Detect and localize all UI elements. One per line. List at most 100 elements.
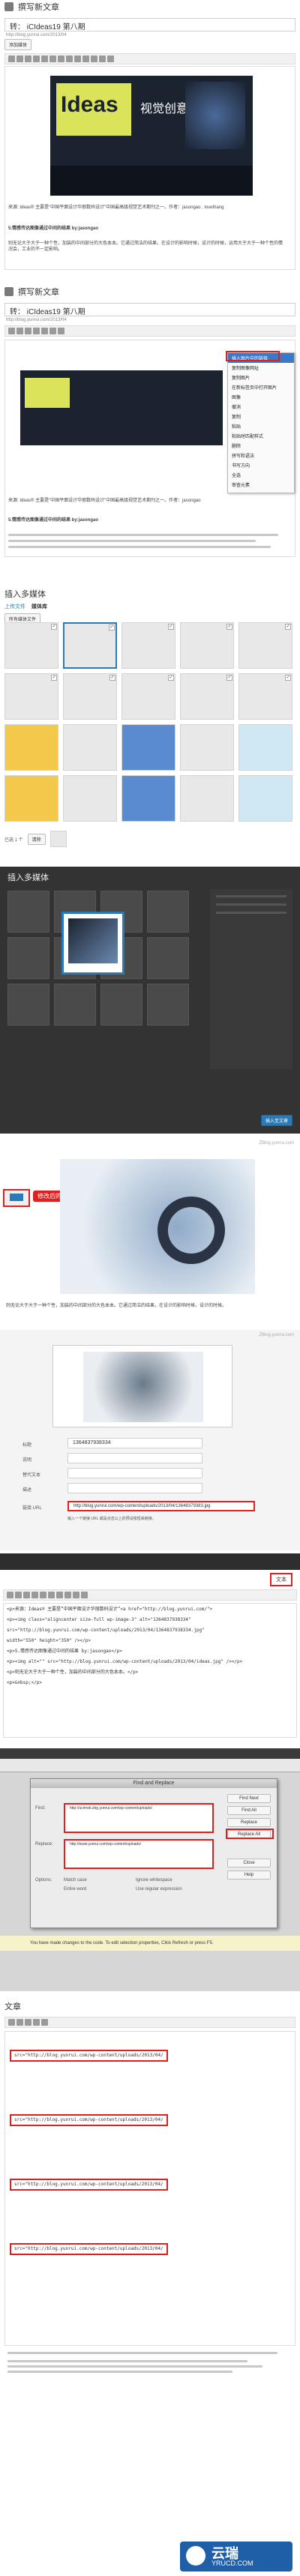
dialog-button[interactable]: Find Next	[227, 1794, 271, 1803]
number-list-icon[interactable]	[41, 328, 48, 334]
link-url-input[interactable]: http://blog.yunrui.com/wp-content/upload…	[68, 1501, 255, 1511]
check-icon[interactable]: ✓	[285, 675, 291, 681]
italic-icon[interactable]	[16, 55, 23, 62]
media-thumbnail[interactable]: ✓	[4, 622, 58, 669]
image-edit-icon[interactable]	[3, 1189, 30, 1207]
bullet-list-icon[interactable]	[33, 328, 40, 334]
quote-icon[interactable]	[50, 328, 56, 334]
i-icon[interactable]	[15, 1592, 22, 1598]
dialog-button[interactable]: Replace	[227, 1818, 271, 1827]
link-icon[interactable]	[82, 55, 89, 62]
replace-input[interactable]: http://www.yunrui.com/wp-content/uploads…	[64, 1839, 214, 1869]
link-icon[interactable]	[58, 328, 64, 334]
more-icon[interactable]	[99, 55, 106, 62]
unlink-icon[interactable]	[91, 55, 98, 62]
add-media-button[interactable]: 添加媒体	[4, 39, 32, 50]
media-thumbnail[interactable]: ✓	[180, 673, 234, 720]
context-menu-item[interactable]: 复制图片	[228, 373, 294, 382]
b-icon[interactable]	[7, 1592, 14, 1598]
clear-selection-button[interactable]: 清除	[27, 833, 46, 845]
align-left-icon[interactable]	[58, 55, 64, 62]
check-icon[interactable]: ✓	[285, 624, 291, 630]
code-icon[interactable]	[41, 2019, 48, 2026]
selected-media-item[interactable]	[62, 912, 124, 975]
dialog-button[interactable]: Close	[227, 1859, 271, 1868]
media-thumbnail[interactable]	[54, 984, 96, 1026]
fullscreen-icon[interactable]	[107, 55, 114, 62]
context-menu-item[interactable]: 审查元素	[228, 480, 294, 490]
post-title-input[interactable]: 转： iCIdeas19 第八期	[4, 303, 296, 316]
description-input[interactable]	[68, 1483, 202, 1493]
media-thumbnail[interactable]: ✓	[63, 622, 117, 669]
selected-thumbnail[interactable]	[50, 831, 67, 847]
option-match-case[interactable]: Match case	[64, 1878, 87, 1883]
media-thumbnail[interactable]	[100, 984, 142, 1026]
media-thumbnail[interactable]	[63, 775, 117, 822]
li-icon[interactable]	[64, 1592, 71, 1598]
context-menu-item[interactable]: 书写方向	[228, 460, 294, 470]
context-menu-item[interactable]: 粘贴	[228, 421, 294, 431]
media-thumbnail[interactable]	[122, 775, 176, 822]
option-ignore-whitespace[interactable]: Ignore whitespace	[136, 1878, 172, 1883]
media-thumbnail[interactable]	[8, 984, 50, 1026]
link-icon[interactable]	[25, 2019, 32, 2026]
context-menu-item[interactable]: 删除	[228, 441, 294, 451]
text-tab[interactable]: 文本	[270, 1573, 292, 1586]
tab-upload[interactable]: 上传文件	[4, 603, 26, 610]
media-thumbnail[interactable]: ✓	[238, 622, 292, 669]
bullet-list-icon[interactable]	[33, 55, 40, 62]
italic-icon[interactable]	[16, 328, 23, 334]
media-thumbnail[interactable]: ✓	[122, 673, 176, 720]
media-thumbnail[interactable]	[63, 724, 117, 771]
align-center-icon[interactable]	[66, 55, 73, 62]
context-menu-item[interactable]: 拼写和语法	[228, 451, 294, 460]
check-icon[interactable]: ✓	[110, 675, 116, 681]
article-image[interactable]	[60, 1159, 255, 1294]
img-icon[interactable]	[33, 2019, 40, 2026]
media-thumbnail[interactable]	[8, 937, 50, 979]
insert-into-post-button[interactable]: 插入至文章	[260, 1115, 292, 1126]
media-thumbnail[interactable]: ✓	[238, 673, 292, 720]
media-thumbnail[interactable]	[4, 724, 58, 771]
media-thumbnail[interactable]	[180, 775, 234, 822]
b-icon[interactable]	[8, 2019, 15, 2026]
strike-icon[interactable]	[25, 328, 32, 334]
i-icon[interactable]	[16, 2019, 23, 2026]
more-icon[interactable]	[81, 1592, 88, 1598]
dialog-button[interactable]: Help	[227, 1871, 271, 1880]
media-thumbnail[interactable]	[122, 724, 176, 771]
context-menu-item[interactable]: 图像	[228, 392, 294, 402]
align-right-icon[interactable]	[74, 55, 81, 62]
media-thumbnail[interactable]	[238, 724, 292, 771]
permalink[interactable]: http://blog.yunrui.com/2013/04	[0, 318, 300, 322]
media-thumbnail[interactable]	[147, 891, 189, 933]
media-thumbnail[interactable]: ✓	[122, 622, 176, 669]
context-menu-item[interactable]: 撤消	[228, 402, 294, 412]
context-menu-item[interactable]: 全选	[228, 470, 294, 480]
quote-icon[interactable]	[32, 1592, 38, 1598]
alt-text-input[interactable]	[68, 1468, 202, 1478]
media-thumbnail[interactable]	[4, 775, 58, 822]
code-icon[interactable]	[73, 1592, 80, 1598]
editor-content[interactable]: 插入图片中的链接 复制图像网址 复制图片 在新标签页中打开图片 图像 撤消 复制 粘贴 粘贴时匹…	[4, 340, 296, 557]
post-title-input[interactable]: 转： iCIdeas19 第八期	[4, 18, 296, 31]
banner-image[interactable]	[20, 370, 223, 445]
find-input[interactable]: http://ucimob.zbg.yunrui.com/wp-content/…	[64, 1803, 214, 1833]
bold-icon[interactable]	[8, 55, 15, 62]
quote-icon[interactable]	[50, 55, 56, 62]
code-editor[interactable]: <p>来源：Ideas® 主要是“中国平面设计华丽数码设计”<a href="h…	[3, 1603, 297, 1738]
ol-icon[interactable]	[56, 1592, 63, 1598]
media-thumbnail[interactable]	[147, 937, 189, 979]
check-icon[interactable]: ✓	[51, 624, 57, 630]
title-input[interactable]: 1364837938334	[68, 1438, 202, 1448]
check-icon[interactable]: ✓	[51, 675, 57, 681]
media-thumbnail[interactable]	[147, 984, 189, 1026]
media-thumbnail[interactable]	[238, 775, 292, 822]
context-menu-item[interactable]: 复制	[228, 412, 294, 421]
img-icon[interactable]	[40, 1592, 46, 1598]
media-thumbnail[interactable]: ✓	[4, 673, 58, 720]
code-editor[interactable]: src="http://blog.yunrui.com/wp-content/u…	[4, 2031, 296, 2346]
option-entire-word[interactable]: Entire word	[64, 1887, 86, 1892]
context-menu-item[interactable]: 在新标签页中打开图片	[228, 382, 294, 392]
caption-input[interactable]	[68, 1453, 202, 1463]
